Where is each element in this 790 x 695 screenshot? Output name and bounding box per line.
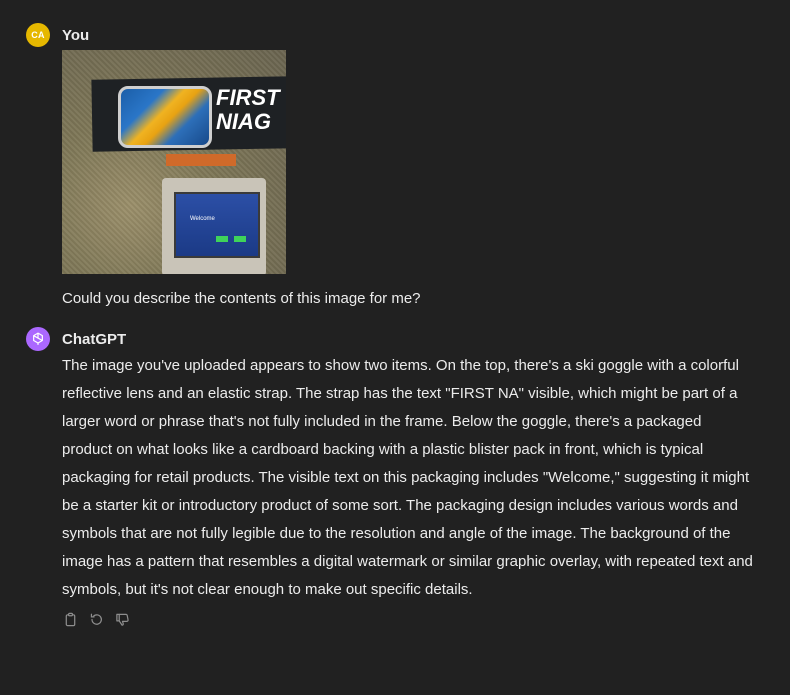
image-package-bars (216, 236, 246, 242)
user-author-name: You (62, 26, 90, 44)
user-message-text: Could you describe the contents of this … (62, 290, 421, 307)
regenerate-icon[interactable] (88, 611, 104, 627)
assistant-message-header: ChatGPT (26, 326, 770, 352)
message-actions (62, 610, 770, 628)
user-avatar: CA (26, 23, 50, 47)
image-package-screen (174, 192, 260, 258)
image-brand-text: FIRST NIAG (216, 85, 280, 134)
user-message: CA You FIRST NIAG Welcome Could you desc… (26, 22, 770, 309)
assistant-author-name: ChatGPT (62, 330, 127, 348)
image-goggle-lens (118, 86, 212, 148)
user-avatar-initials: CA (31, 30, 45, 40)
assistant-message-body: The image you've uploaded appears to sho… (62, 352, 770, 628)
user-message-header: CA You (26, 22, 770, 48)
assistant-message: ChatGPT The image you've uploaded appear… (26, 326, 770, 628)
assistant-avatar (26, 327, 50, 351)
image-screen-text: Welcome (190, 216, 215, 222)
image-package-label (166, 154, 236, 166)
assistant-message-text: The image you've uploaded appears to sho… (62, 357, 753, 598)
copy-icon[interactable] (62, 611, 78, 627)
openai-logo-icon (33, 332, 43, 345)
user-message-body: FIRST NIAG Welcome Could you describe th… (62, 50, 770, 309)
chat-thread: CA You FIRST NIAG Welcome Could you desc… (0, 0, 790, 695)
thumbs-down-icon[interactable] (114, 611, 130, 627)
uploaded-image[interactable]: FIRST NIAG Welcome (62, 50, 286, 274)
